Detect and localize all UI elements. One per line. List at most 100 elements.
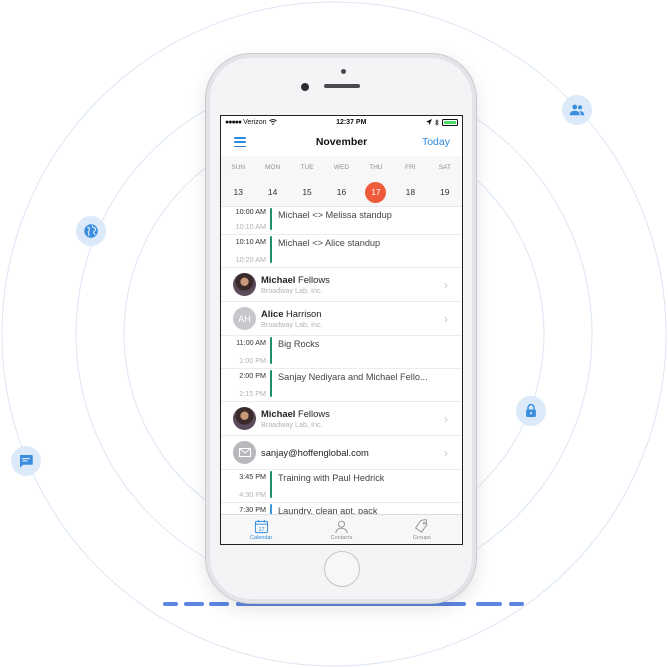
mail-icon [233, 441, 256, 464]
email-row[interactable]: sanjay@hoffenglobal.com › [221, 436, 462, 470]
event-start-time: 3:45 PM [239, 472, 266, 481]
weekday-header: SUN MON TUE WED THU FRI SAT [221, 156, 462, 178]
event-row[interactable]: 11:00 AM 1:00 PM Big Rocks [221, 336, 462, 369]
event-end-time: 10:20 AM [235, 255, 266, 264]
event-row[interactable]: 10:00 AM 10:10 AM Michael <> Melissa stand… [221, 207, 462, 235]
weekday-label: WED [333, 163, 350, 171]
event-start-time: 11:00 AM [236, 338, 266, 347]
event-title: Michael <> Melissa standup [278, 210, 392, 220]
contact-row[interactable]: Michael Fellows Broadway Lab, Inc. › [221, 268, 462, 302]
app-screen: ●●●●● Verizon 12:37 PM November Today SU… [220, 115, 463, 545]
event-start-time: 10:00 AM [235, 207, 266, 216]
tag-icon [415, 518, 428, 533]
event-start-time: 7:30 PM [239, 505, 266, 514]
tab-groups[interactable]: Groups [382, 515, 462, 544]
tab-label: Calendar [250, 534, 273, 541]
home-button[interactable] [324, 551, 360, 587]
date-cell[interactable]: 14 [255, 182, 289, 203]
date-cell[interactable]: 19 [428, 182, 462, 203]
event-color-bar [270, 208, 272, 230]
weekday-label: TUE [300, 163, 314, 171]
event-row[interactable]: 2:00 PM 2:15 PM Sanjay Nediyara and Michae… [221, 369, 462, 402]
weekday-label: THU [369, 163, 383, 171]
users-icon [562, 95, 592, 125]
event-color-bar [270, 236, 272, 263]
calendar-icon: 17 [254, 519, 268, 533]
nav-bar: November Today [221, 128, 462, 156]
date-cell[interactable]: 13 [221, 182, 255, 203]
event-times: 11:00 AM 1:00 PM [231, 336, 266, 368]
event-row[interactable]: 10:10 AM 10:20 AM Michael <> Alice standup [221, 235, 462, 268]
contact-org: Broadway Lab, Inc. [261, 320, 323, 329]
chevron-right-icon: › [444, 277, 448, 292]
tab-label: Contacts [330, 534, 353, 541]
contact-org: Broadway Lab, Inc. [261, 286, 323, 295]
chevron-right-icon: › [444, 445, 448, 460]
contact-text: Michael Fellows Broadway Lab, Inc. [261, 408, 440, 429]
week-dates: 13 14 15 16 17 18 19 [221, 178, 462, 207]
event-title: Michael <> Alice standup [278, 238, 381, 248]
event-start-time: 2:00 PM [239, 371, 266, 380]
globe-icon [76, 216, 106, 246]
weekday-label: SUN [231, 163, 246, 171]
earpiece-speaker [324, 84, 360, 88]
event-end-time: 2:15 PM [239, 389, 266, 398]
tab-label: Groups [412, 534, 431, 541]
event-times: 3:45 PM 4:30 PM [231, 470, 266, 502]
location-icon [425, 119, 432, 125]
avatar-initials: AH [233, 307, 256, 330]
calendar-icon-day: 17 [258, 526, 264, 532]
event-times: 10:10 AM 10:20 AM [231, 235, 266, 267]
contact-name: Alice Harrison [261, 308, 322, 319]
event-title: Sanjay Nediyara and Michael Fello... [278, 372, 428, 382]
hamburger-menu-icon[interactable] [234, 137, 246, 147]
chat-icon [11, 446, 41, 476]
tab-calendar[interactable]: 17 Calendar [221, 515, 301, 544]
avatar [233, 407, 256, 430]
contact-row[interactable]: AH Alice Harrison Broadway Lab, Inc. › [221, 302, 462, 336]
date-cell[interactable]: 15 [290, 182, 324, 203]
signal-icon: ●●●●● [225, 118, 242, 126]
carrier-name: Verizon [243, 118, 267, 126]
date-cell[interactable]: 16 [324, 182, 358, 203]
iphone-frame: ●●●●● Verizon 12:37 PM November Today SU… [205, 53, 477, 604]
front-sensor [341, 69, 346, 74]
date-cell[interactable]: 18 [393, 182, 427, 203]
weekday-label: SAT [438, 163, 451, 171]
event-end-time: 10:10 AM [235, 222, 266, 231]
event-start-time: 10:10 AM [235, 237, 266, 246]
battery-icon [441, 118, 458, 126]
avatar [233, 273, 256, 296]
contact-text: sanjay@hoffenglobal.com [261, 447, 440, 458]
lock-icon [516, 396, 546, 426]
weekday-label: MON [265, 163, 281, 171]
event-title: Big Rocks [278, 339, 320, 349]
contact-text: Alice Harrison Broadway Lab, Inc. [261, 308, 440, 329]
event-title: Training with Paul Hedrick [278, 473, 385, 483]
event-end-time: 1:00 PM [239, 356, 266, 365]
event-color-bar [270, 370, 272, 397]
contacts-icon [335, 520, 348, 533]
contact-org: Broadway Lab, Inc. [261, 420, 323, 429]
chevron-right-icon: › [444, 311, 448, 326]
contact-name: Michael Fellows [261, 274, 330, 285]
wifi-icon [268, 119, 277, 125]
event-times: 10:00 AM 10:10 AM [231, 207, 266, 234]
today-button[interactable]: Today [422, 136, 450, 148]
event-end-time: 4:30 PM [239, 490, 266, 499]
tab-contacts[interactable]: Contacts [301, 515, 381, 544]
contact-name: Michael Fellows [261, 408, 330, 419]
status-time: 12:37 PM [336, 118, 367, 126]
weekday-label: FRI [405, 163, 416, 171]
event-color-bar [270, 337, 272, 364]
contact-row[interactable]: Michael Fellows Broadway Lab, Inc. › [221, 402, 462, 436]
date-cell-selected[interactable]: 17 [359, 181, 393, 203]
bluetooth-icon [435, 118, 439, 126]
agenda-list[interactable]: 10:00 AM 10:10 AM Michael <> Melissa stand… [221, 207, 462, 515]
front-camera [301, 83, 309, 91]
contact-text: Michael Fellows Broadway Lab, Inc. [261, 274, 440, 295]
contact-email: sanjay@hoffenglobal.com [261, 447, 369, 458]
event-times: 2:00 PM 2:15 PM [231, 369, 266, 401]
chevron-right-icon: › [444, 411, 448, 426]
event-row[interactable]: 3:45 PM 4:30 PM Training with Paul Hedrick [221, 470, 462, 503]
